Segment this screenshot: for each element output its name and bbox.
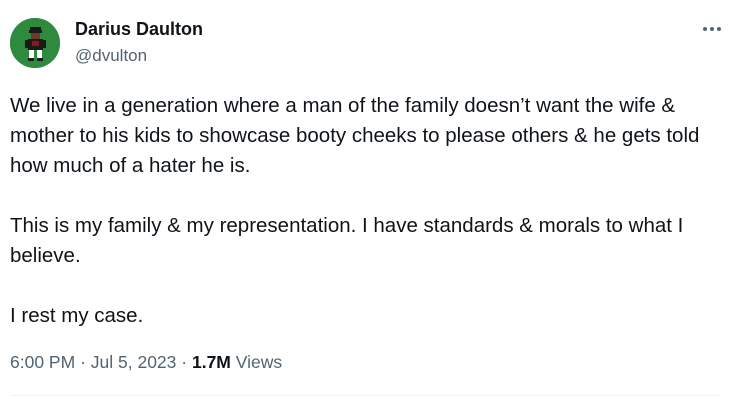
- author-handle[interactable]: @dvulton: [75, 44, 203, 68]
- tweet-paragraph: We live in a generation where a man of t…: [10, 94, 700, 177]
- divider: [10, 395, 720, 396]
- views-label: Views: [235, 352, 283, 372]
- author-names: Darius Daulton @dvulton: [75, 16, 203, 68]
- meta-separator: ·: [181, 352, 188, 372]
- author-display-name[interactable]: Darius Daulton: [75, 16, 203, 42]
- tweet-card: Darius Daulton @dvulton We live in a gen…: [0, 0, 747, 405]
- more-horizontal-icon: [703, 27, 721, 31]
- tweet-paragraph: I rest my case.: [10, 304, 144, 327]
- tweet-header: Darius Daulton @dvulton: [10, 16, 727, 68]
- more-options-button[interactable]: [697, 16, 727, 42]
- avatar[interactable]: [10, 18, 60, 68]
- avatar-icon: [10, 18, 60, 68]
- tweet-time[interactable]: 6:00 PM: [10, 352, 75, 372]
- tweet-meta: 6:00 PM · Jul 5, 2023 · 1.7M Views: [10, 350, 282, 374]
- tweet-paragraph: This is my family & my representation. I…: [10, 214, 684, 267]
- meta-separator: ·: [80, 352, 86, 372]
- tweet-date[interactable]: Jul 5, 2023: [91, 352, 177, 372]
- views-count: 1.7M: [191, 352, 231, 372]
- tweet-text: We live in a generation where a man of t…: [10, 91, 735, 331]
